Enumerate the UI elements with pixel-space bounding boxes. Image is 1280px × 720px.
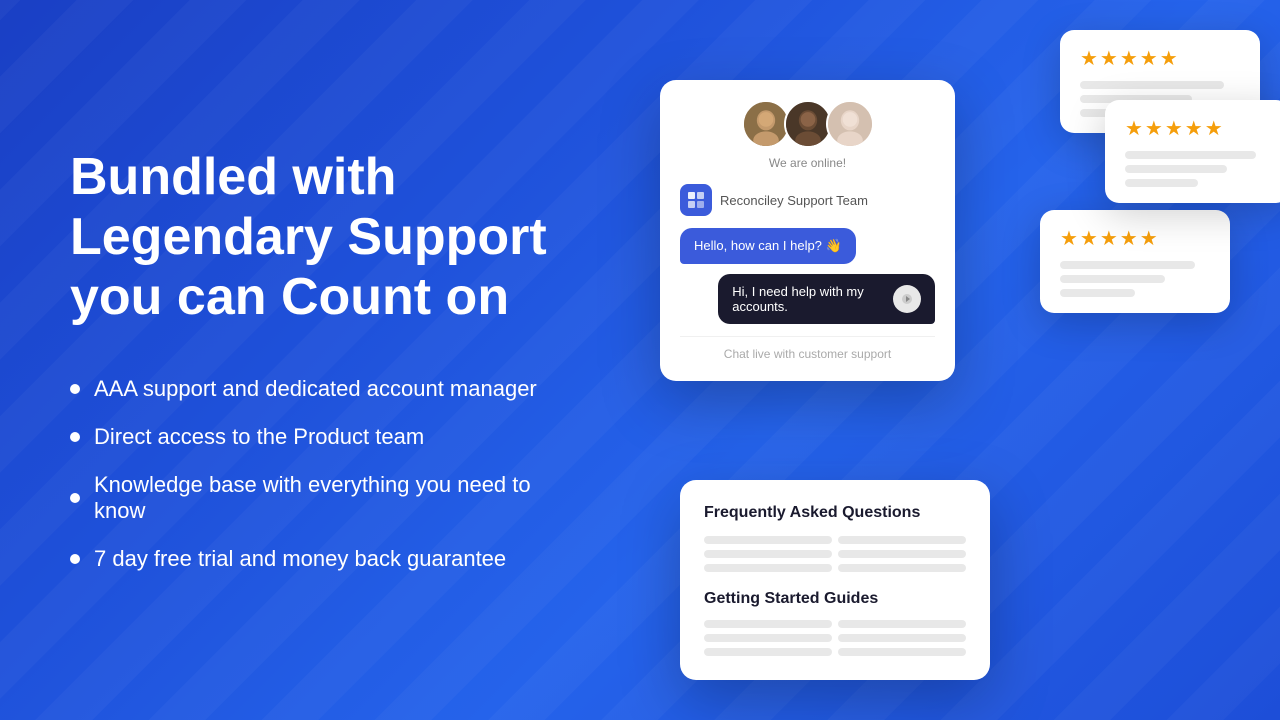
guide-line [704,648,832,656]
faq-title: Frequently Asked Questions [704,504,966,522]
guide-row [704,648,966,656]
agent-avatar-3 [826,100,874,148]
feature-item-4: 7 day free trial and money back guarante… [70,546,560,572]
faq-line [704,550,832,558]
review-line [1080,81,1224,89]
chat-card: We are online! Reconciley Support Team H… [660,80,955,381]
feature-item-1: AAA support and dedicated account manage… [70,376,560,402]
page: Bundled with Legendary Support you can C… [0,0,1280,720]
stars-1: ★★★★★ [1080,46,1240,71]
user-message: Hi, I need help with my accounts. [718,274,935,324]
review-line [1125,179,1198,187]
left-section: Bundled with Legendary Support you can C… [0,88,620,631]
user-message-text: Hi, I need help with my accounts. [732,284,885,314]
agent-avatar-2 [784,100,832,148]
review-line [1125,151,1256,159]
online-status: We are online! [680,156,935,170]
faq-line [838,536,966,544]
right-section: We are online! Reconciley Support Team H… [620,0,1280,720]
review-line [1060,289,1135,297]
stars-3: ★★★★★ [1060,226,1210,251]
support-icon [680,184,712,216]
feature-text-4: 7 day free trial and money back guarante… [94,546,506,572]
agent-avatars [680,100,935,148]
feature-text-1: AAA support and dedicated account manage… [94,376,537,402]
review-lines-2 [1125,151,1270,187]
faq-line [838,564,966,572]
guide-title: Getting Started Guides [704,590,966,608]
send-button[interactable] [893,285,921,313]
bullet-dot-2 [70,432,80,442]
features-list: AAA support and dedicated account manage… [70,376,560,572]
faq-card: Frequently Asked Questions Getting Start… [680,480,990,680]
guide-lines [704,620,966,656]
agent-avatar-1 [742,100,790,148]
review-card-2: ★★★★★ [1105,100,1280,203]
review-lines-3 [1060,261,1210,297]
review-line [1060,261,1195,269]
guide-line [838,620,966,628]
bullet-dot-4 [70,554,80,564]
review-line [1125,165,1227,173]
guide-line [838,648,966,656]
faq-line [704,536,832,544]
stars-2: ★★★★★ [1125,116,1270,141]
faq-content [704,536,966,572]
guide-line [838,634,966,642]
bot-message: Hello, how can I help? 👋 [680,228,856,264]
support-team-name: Reconciley Support Team [720,193,868,208]
support-team-label: Reconciley Support Team [680,184,935,216]
feature-item-2: Direct access to the Product team [70,424,560,450]
bullet-dot-1 [70,384,80,394]
review-card-3: ★★★★★ [1040,210,1230,313]
chat-input[interactable]: Chat live with customer support [680,336,935,361]
feature-text-2: Direct access to the Product team [94,424,424,450]
guide-row [704,620,966,628]
bullet-dot-3 [70,493,80,503]
feature-item-3: Knowledge base with everything you need … [70,472,560,524]
faq-line [838,550,966,558]
guide-line [704,634,832,642]
feature-text-3: Knowledge base with everything you need … [94,472,560,524]
guide-row [704,634,966,642]
review-line [1060,275,1165,283]
faq-line [704,564,832,572]
main-headline: Bundled with Legendary Support you can C… [70,148,560,327]
guide-line [704,620,832,628]
